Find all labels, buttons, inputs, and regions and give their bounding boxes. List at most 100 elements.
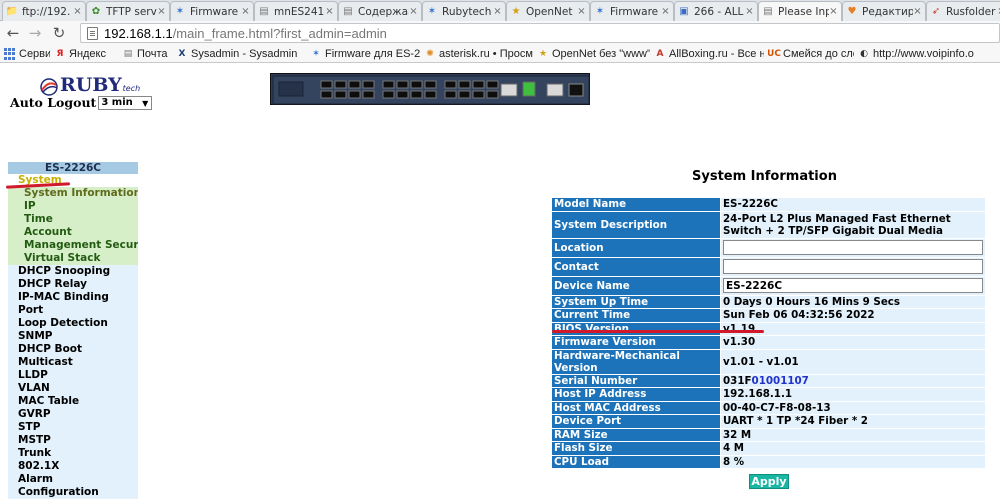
- field-label: System Description: [552, 211, 720, 238]
- field-value: 00-40-C7-F8-08-13: [723, 401, 831, 414]
- field-value-cell: 32 M: [721, 428, 985, 441]
- field-value: 4 M: [723, 442, 744, 455]
- table-row: Model Name ES-2226C: [552, 198, 985, 211]
- page-icon: ▤: [259, 6, 269, 17]
- field-value-cell: [721, 257, 985, 276]
- menu-item-gvrp[interactable]: GVRP: [8, 408, 138, 421]
- menu-item-management-security[interactable]: Management Security: [8, 239, 138, 252]
- field-label: Firmware Version: [552, 336, 720, 349]
- menu-item-vlan[interactable]: VLAN: [8, 382, 138, 395]
- close-icon[interactable]: ×: [661, 6, 670, 17]
- browser-tab[interactable]: ★ OpenNet ×: [506, 1, 590, 21]
- reload-icon[interactable]: ↻: [50, 24, 68, 42]
- leaf-icon: ✿: [91, 6, 101, 17]
- x-icon: X: [178, 49, 186, 59]
- menu-item-multicast[interactable]: Multicast: [8, 356, 138, 369]
- close-icon[interactable]: ×: [73, 6, 82, 17]
- menu-items: System System Information IP Time Account Man…: [8, 174, 138, 499]
- browser-tab[interactable]: ▤ Please Inp ×: [758, 1, 842, 21]
- menu-item-mstp[interactable]: MSTP: [8, 434, 138, 447]
- browser-tab[interactable]: ➶Rusfolder×: [926, 1, 1000, 21]
- menu-item-alarm[interactable]: Alarm: [8, 473, 138, 486]
- field-value: UART * 1 TP *24 Fiber * 2: [723, 415, 868, 428]
- browser-tab[interactable]: ▤ Содержан×: [338, 1, 422, 21]
- url-text[interactable]: 192.168.1.1/main_frame.html?first_admin=…: [104, 26, 387, 41]
- menu-item-mac-table[interactable]: MAC Table: [8, 395, 138, 408]
- table-row: Firmware Version v1.30: [552, 336, 985, 349]
- serial-prefix: 031F: [723, 374, 752, 387]
- chevron-down-icon: ▼: [142, 98, 149, 108]
- menu-item-time[interactable]: Time: [8, 213, 138, 226]
- auto-logout-select[interactable]: 3 min ▼: [98, 95, 153, 110]
- menu-item-account[interactable]: Account: [8, 226, 138, 239]
- close-icon[interactable]: ×: [913, 6, 922, 17]
- bookmark-item[interactable]: ◐ http://www.voipinfo.o: [858, 47, 974, 61]
- back-arrow-icon[interactable]: ←: [4, 24, 22, 42]
- close-icon[interactable]: ×: [745, 6, 754, 17]
- browser-tab[interactable]: ✶ Firmware ×: [170, 1, 254, 21]
- text-input-field[interactable]: [723, 240, 983, 255]
- menu-item-configuration[interactable]: Configuration: [8, 486, 138, 499]
- apply-button[interactable]: Apply: [749, 474, 789, 489]
- bookmark-item[interactable]: ★ OpenNet без "www": [537, 47, 650, 61]
- bookmark-label: Sysadmin - Sysadmin: [191, 48, 298, 60]
- field-label: Current Time: [552, 309, 720, 322]
- menu-item-trunk[interactable]: Trunk: [8, 447, 138, 460]
- menu-item-dhcp-relay[interactable]: DHCP Relay: [8, 278, 138, 291]
- field-value: 24-Port L2 Plus Managed Fast Ethernet Sw…: [723, 212, 951, 237]
- text-input-field[interactable]: [723, 259, 983, 274]
- menu-item-port[interactable]: Port: [8, 304, 138, 317]
- field-value-cell: 031F01001107: [721, 374, 985, 387]
- text-input-field[interactable]: ES-2226C: [723, 278, 983, 293]
- table-row: System Description 24-Port L2 Plus Manage…: [552, 211, 985, 238]
- star-icon: ★: [511, 6, 521, 17]
- close-icon[interactable]: ×: [157, 6, 166, 17]
- browser-tab[interactable]: ✿ TFTP serve×: [86, 1, 170, 21]
- close-icon[interactable]: ×: [409, 6, 418, 17]
- field-value-cell: v1.30: [721, 336, 985, 349]
- bookmark-item[interactable]: X Sysadmin - Sysadmin: [176, 47, 298, 61]
- bookmark-item[interactable]: ▤ Почта: [122, 47, 168, 61]
- serial-number: 01001107: [751, 374, 809, 387]
- page-icon: ▤: [123, 49, 133, 59]
- menu-item-virtual-stack[interactable]: Virtual Stack: [8, 252, 138, 265]
- menu-item-stp[interactable]: STP: [8, 421, 138, 434]
- browser-tab[interactable]: ▤ mnES2410×: [254, 1, 338, 21]
- menu-item-loop-detection[interactable]: Loop Detection: [8, 317, 138, 330]
- logo-emblem-icon: [40, 78, 58, 96]
- menu-item-snmp[interactable]: SNMP: [8, 330, 138, 343]
- close-icon[interactable]: ×: [325, 6, 334, 17]
- voip-icon: ◐: [860, 49, 868, 59]
- browser-tab[interactable]: ✶ Firmware ×: [590, 1, 674, 21]
- tab-title: Редактир: [862, 5, 913, 18]
- browser-tab[interactable]: 📁 ftp://192. ×: [2, 1, 86, 21]
- bookmark-item[interactable]: Сервисы: [4, 47, 50, 61]
- menu-item-ip-mac-binding[interactable]: IP-MAC Binding: [8, 291, 138, 304]
- bookmark-item[interactable]: UCСмейся до слёз: [768, 47, 854, 61]
- browser-tab[interactable]: ✶ Rubytech ×: [422, 1, 506, 21]
- close-icon[interactable]: ×: [493, 6, 502, 17]
- address-bar[interactable]: 192.168.1.1/main_frame.html?first_admin=…: [80, 23, 1000, 43]
- menu-item-system-information[interactable]: System Information: [8, 187, 138, 200]
- tab-title: Rubytech: [442, 5, 492, 18]
- rubytech-logo: RUBY tech: [38, 74, 140, 96]
- tab-title: TFTP serve: [106, 5, 157, 18]
- bookmark-item[interactable]: A AllBoxing.ru - Все нов: [654, 47, 764, 61]
- menu-item-ip[interactable]: IP: [8, 200, 138, 213]
- browser-tab[interactable]: ♥ Редактир ×: [842, 1, 926, 21]
- forward-arrow-icon[interactable]: →: [26, 24, 44, 42]
- menu-item-dhcp-boot[interactable]: DHCP Boot: [8, 343, 138, 356]
- menu-item-802-1x[interactable]: 802.1X: [8, 460, 138, 473]
- close-icon[interactable]: ×: [241, 6, 250, 17]
- menu-item-dhcp-snooping[interactable]: DHCP Snooping: [8, 265, 138, 278]
- browser-tab[interactable]: ▣ 266 - ALL ×: [674, 1, 758, 21]
- bookmark-item[interactable]: Я Яндекс: [54, 47, 106, 61]
- bookmark-label: Firmware для ES-2410: [325, 48, 420, 60]
- folder-icon: 📁: [5, 6, 19, 17]
- menu-item-lldp[interactable]: LLDP: [8, 369, 138, 382]
- close-icon[interactable]: ×: [577, 6, 586, 17]
- bookmark-item[interactable]: ✶ Firmware для ES-2410: [310, 47, 420, 61]
- close-icon[interactable]: ×: [829, 6, 838, 17]
- table-row: Contact: [552, 257, 985, 276]
- bookmark-item[interactable]: ✺ asterisk.ru • Просмот: [424, 47, 533, 61]
